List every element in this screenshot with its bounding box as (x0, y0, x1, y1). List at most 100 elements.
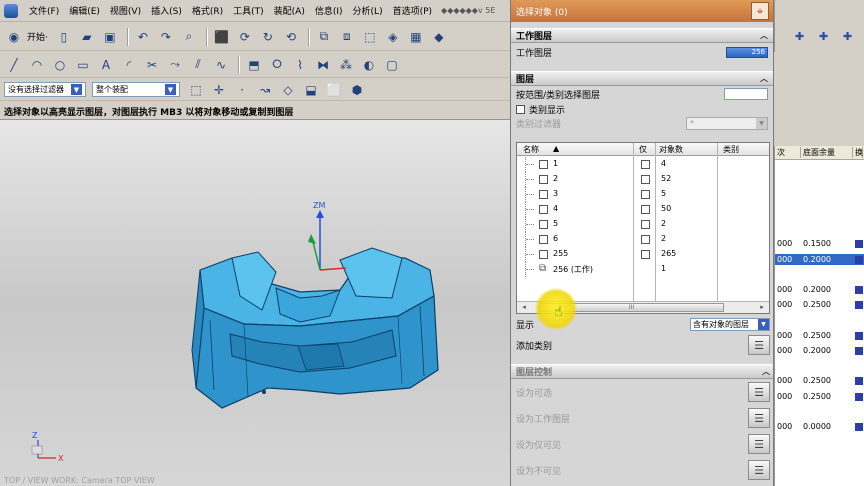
layer-row[interactable]: 35 (517, 187, 769, 202)
rectangle-select-icon[interactable]: ⬜ (324, 80, 344, 100)
layer-row-work[interactable]: ⧉ 256 (工作) 1 (517, 262, 769, 277)
blend-icon[interactable]: ◐ (359, 55, 379, 75)
layer-row[interactable]: 2 52 (517, 172, 769, 187)
layer-row[interactable]: 255 265 (517, 247, 769, 262)
arc-icon[interactable]: ◠ (27, 55, 47, 75)
scroll-right-icon[interactable]: ▸ (757, 303, 767, 312)
table-row[interactable]: 000 0.2000 (775, 345, 864, 356)
collapse-chevron-icon[interactable]: ︿ (760, 30, 768, 41)
selection-filter-dropdown[interactable]: 没有选择过滤器 ▼ (4, 82, 86, 97)
scroll-left-icon[interactable]: ◂ (519, 303, 529, 312)
menu-preferences[interactable]: 首选项(P) (388, 4, 437, 17)
table-row[interactable]: 000 0.2500 (775, 330, 864, 341)
shell-icon[interactable]: ▢ (382, 55, 402, 75)
layer-visible-checkbox[interactable] (539, 205, 548, 214)
crosshair-select-icon[interactable]: ⌖ (751, 2, 769, 20)
refresh-icon[interactable]: ⟳ (235, 27, 255, 47)
set-invisible-button[interactable]: ☰ (748, 460, 770, 480)
layer-settings-icon[interactable]: ⧉ (314, 27, 334, 47)
display-dropdown[interactable]: 含有对象的图层 ▼ (690, 317, 770, 331)
menu-format[interactable]: 格式(R) (187, 4, 228, 17)
open-folder-icon[interactable]: ▰ (77, 27, 97, 47)
work-layer-group-header[interactable]: 工作图层 ︿ (511, 28, 773, 43)
work-layer-input[interactable]: 256 (726, 46, 768, 58)
rectangle-icon[interactable]: ▭ (73, 55, 93, 75)
layer-only-checkbox[interactable] (641, 235, 650, 244)
menu-view[interactable]: 视图(V) (105, 4, 146, 17)
mold-part[interactable] (191, 247, 439, 409)
col-header-only[interactable]: 仅 (639, 144, 647, 155)
menu-information[interactable]: 信息(I) (310, 4, 348, 17)
layer-only-checkbox[interactable] (641, 175, 650, 184)
layer-visible-checkbox[interactable] (539, 160, 548, 169)
menu-insert[interactable]: 插入(S) (146, 4, 187, 17)
sweep-icon[interactable]: ⌇ (290, 55, 310, 75)
add-pin-icon[interactable]: ✚ (819, 30, 828, 43)
category-display-row[interactable]: 类别显示 (511, 102, 773, 116)
table-row[interactable]: 000 0.0000 (775, 421, 864, 432)
layer-only-checkbox[interactable] (641, 160, 650, 169)
category-display-checkbox[interactable] (516, 104, 525, 114)
assembly-scope-dropdown[interactable]: 整个装配 ▼ (92, 82, 180, 97)
body-icon[interactable]: ⬓ (301, 80, 321, 100)
start-button[interactable]: 开始· (27, 30, 48, 43)
select-objects-row[interactable]: 选择对象 (0) ⌖ (511, 0, 773, 22)
mirror-icon[interactable]: ⧓ (313, 55, 333, 75)
collapse-chevron-icon[interactable]: ︿ (762, 366, 770, 377)
pin-icon[interactable]: ✚ (795, 30, 804, 43)
component-icon[interactable]: ◈ (383, 27, 403, 47)
view-cube-icon[interactable]: ⬢ (347, 80, 367, 100)
layer-only-checkbox[interactable] (641, 190, 650, 199)
move-to-layer-icon[interactable]: ⧈ (337, 27, 357, 47)
menu-assembly[interactable]: 装配(A) (269, 4, 310, 17)
layer-visible-checkbox[interactable] (539, 250, 548, 259)
cam-icon[interactable]: ◆ (429, 27, 449, 47)
layer-visible-checkbox[interactable] (539, 190, 548, 199)
layer-control-group-header[interactable]: 图层控制 ︿ (511, 364, 773, 379)
add-category-button[interactable]: ☰ (748, 335, 770, 355)
copy-to-layer-icon[interactable]: ⬚ (360, 27, 380, 47)
rotate-icon[interactable]: ↻ (258, 27, 278, 47)
new-file-icon[interactable]: ▯ (54, 27, 74, 47)
col-header-name[interactable]: 名称 (523, 144, 539, 155)
table-row[interactable]: 000 0.2000 (775, 284, 864, 295)
layer-row[interactable]: 4 50 (517, 202, 769, 217)
col-header-count[interactable]: 对象数 (659, 144, 683, 155)
model-view[interactable]: ZM Z X (0, 120, 510, 486)
revolve-icon[interactable]: ⭘ (267, 55, 287, 75)
range-select-input[interactable] (724, 88, 768, 100)
point-icon[interactable]: · (232, 80, 252, 100)
graphics-viewport[interactable]: ZM Z X TOP / VIEW WORK: Camera TOP VIEW (0, 120, 510, 486)
offset-curve-icon[interactable]: ⫽ (188, 55, 208, 75)
menu-analysis[interactable]: 分析(L) (348, 4, 388, 17)
layer-row[interactable]: 52 (517, 217, 769, 232)
extend-icon[interactable]: ⤳ (165, 55, 185, 75)
table-row[interactable]: 000 0.2500 (775, 391, 864, 402)
layer-visible-checkbox[interactable] (539, 175, 548, 184)
update-display-icon[interactable]: ⟲ (281, 27, 301, 47)
curve-rule-icon[interactable]: ↝ (255, 80, 275, 100)
collapse-chevron-icon[interactable]: ︿ (760, 73, 768, 84)
spline-icon[interactable]: ∿ (211, 55, 231, 75)
menu-edit[interactable]: 编辑(E) (64, 4, 105, 17)
table-row[interactable]: 000 0.1500 (775, 238, 864, 249)
set-work-layer-button[interactable]: ☰ (748, 408, 770, 428)
layer-row[interactable]: 62 (517, 232, 769, 247)
layers-group-header[interactable]: 图层 ︿ (511, 71, 773, 86)
set-selectable-button[interactable]: ☰ (748, 382, 770, 402)
part-navigator-icon[interactable]: ▦ (406, 27, 426, 47)
line-icon[interactable]: ╱ (4, 55, 24, 75)
layer-only-checkbox[interactable] (641, 220, 650, 229)
extrude-icon[interactable]: ⬒ (244, 55, 264, 75)
trim-icon[interactable]: ✂ (142, 55, 162, 75)
layer-visible-checkbox[interactable] (539, 220, 548, 229)
snap-point-icon[interactable]: ✛ (209, 80, 229, 100)
face-rule-icon[interactable]: ◇ (278, 80, 298, 100)
redo-icon[interactable]: ↷ (156, 27, 176, 47)
circle-icon[interactable]: ○ (50, 55, 70, 75)
layer-row[interactable]: 14 (517, 157, 769, 172)
layer-only-checkbox[interactable] (641, 205, 650, 214)
undo-icon[interactable]: ↶ (133, 27, 153, 47)
table-row[interactable]: 000 0.2000 (775, 254, 864, 265)
start-icon[interactable]: ◉ (4, 27, 24, 47)
